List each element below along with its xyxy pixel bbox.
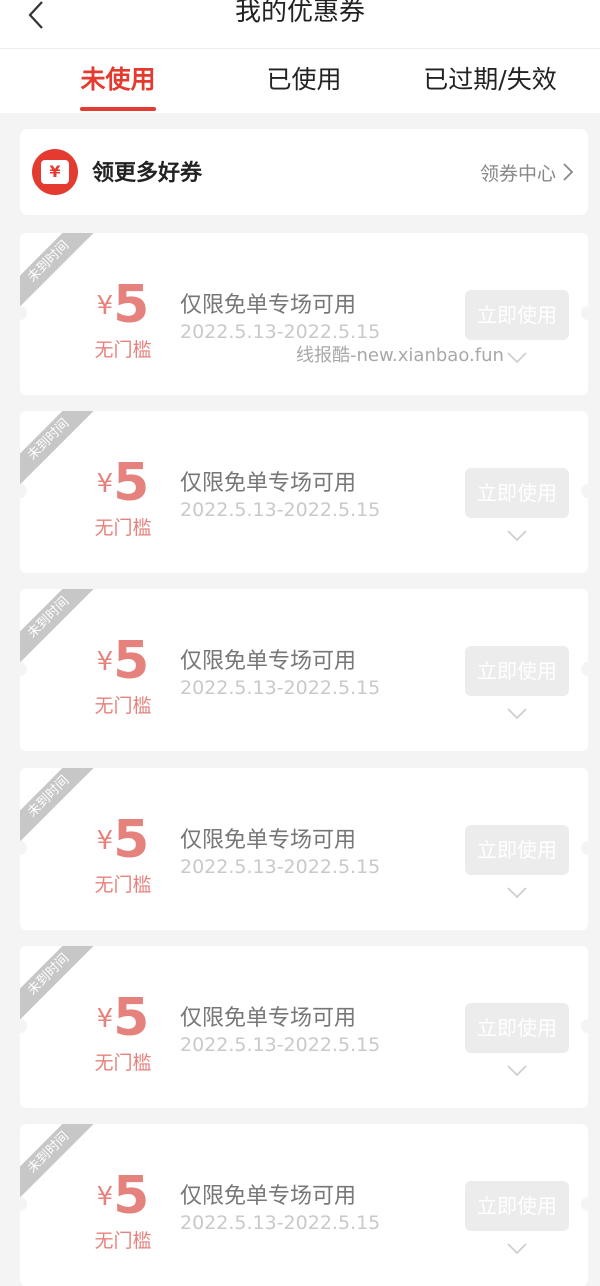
chevron-right-icon bbox=[563, 163, 574, 181]
ticket-notch bbox=[581, 662, 588, 677]
coupon-threshold: 无门槛 bbox=[94, 873, 152, 896]
ticket-notch bbox=[581, 1018, 588, 1033]
coupon-title: 仅限免单专场可用 bbox=[180, 471, 357, 497]
watermark: 线报酷-new.xianbao.fun bbox=[296, 345, 504, 366]
chevron-down-icon[interactable] bbox=[506, 529, 528, 543]
coupon-card[interactable]: 未到时间 ¥5 无门槛 仅限免单专场可用 2022.5.13-2022.5.15 立即使用 bbox=[20, 589, 588, 752]
coupon-center-banner[interactable]: ¥ 领更多好券 领券中心 bbox=[20, 129, 588, 215]
coupon-card[interactable]: 未到时间 ¥5 无门槛 仅限免单专场可用 2022.5.13-2022.5.15 立即使用 bbox=[20, 1124, 588, 1286]
coupon-threshold: 无门槛 bbox=[94, 517, 152, 540]
coupon-card[interactable]: 未到时间 ¥5 无门槛 仅限免单专场可用 2022.5.13-2022.5.15 立即使用 bbox=[20, 945, 588, 1108]
coupon-title: 仅限免单专场可用 bbox=[180, 1005, 357, 1031]
coupon-date: 2022.5.13-2022.5.15 bbox=[180, 1212, 381, 1234]
coupon-card[interactable]: 未到时间 ¥5 无门槛 仅限免单专场可用 2022.5.13-2022.5.15 立即使用 bbox=[20, 233, 588, 395]
chevron-down-icon[interactable] bbox=[506, 1064, 528, 1078]
coupon-center-link[interactable]: 领券中心 bbox=[480, 159, 556, 186]
coupon-threshold: 无门槛 bbox=[94, 1051, 152, 1074]
ticket-notch bbox=[20, 662, 27, 677]
ticket-notch bbox=[581, 1197, 588, 1211]
use-now-button[interactable]: 立即使用 bbox=[465, 468, 569, 519]
tab-bar: 未使用 已使用 已过期/失效 bbox=[0, 49, 600, 113]
chevron-down-icon[interactable] bbox=[506, 351, 528, 365]
coupon-date: 2022.5.13-2022.5.15 bbox=[180, 321, 381, 343]
coupon-amount: ¥5 bbox=[96, 809, 150, 870]
coupon-icon: ¥ bbox=[32, 149, 78, 195]
chevron-down-icon[interactable] bbox=[506, 1242, 528, 1256]
coupon-title: 仅限免单专场可用 bbox=[180, 827, 357, 853]
coupon-date: 2022.5.13-2022.5.15 bbox=[180, 855, 381, 878]
coupon-date: 2022.5.13-2022.5.15 bbox=[180, 677, 381, 700]
coupon-threshold: 无门槛 bbox=[94, 1230, 152, 1252]
coupon-threshold: 无门槛 bbox=[94, 695, 152, 718]
ticket-notch bbox=[581, 840, 588, 855]
chevron-down-icon[interactable] bbox=[506, 886, 528, 900]
coupon-amount: ¥5 bbox=[96, 453, 150, 514]
coupon-title: 仅限免单专场可用 bbox=[180, 1184, 357, 1209]
use-now-button[interactable]: 立即使用 bbox=[465, 646, 569, 697]
coupon-title: 仅限免单专场可用 bbox=[180, 649, 357, 675]
coupon-card[interactable]: 未到时间 ¥5 无门槛 仅限免单专场可用 2022.5.13-2022.5.15 立即使用 bbox=[20, 767, 588, 930]
coupon-title: 仅限免单专场可用 bbox=[180, 293, 357, 318]
use-now-button[interactable]: 立即使用 bbox=[465, 290, 569, 340]
coupon-amount: ¥5 bbox=[96, 275, 150, 335]
chevron-down-icon[interactable] bbox=[506, 707, 528, 721]
coupon-card[interactable]: 未到时间 ¥5 无门槛 仅限免单专场可用 2022.5.13-2022.5.15 立即使用 bbox=[20, 411, 588, 574]
tab-expired[interactable]: 已过期/失效 bbox=[400, 49, 580, 113]
ticket-notch bbox=[581, 484, 588, 499]
coupon-amount: ¥5 bbox=[96, 631, 150, 692]
coupon-date: 2022.5.13-2022.5.15 bbox=[180, 1033, 381, 1056]
coupon-amount: ¥5 bbox=[96, 987, 150, 1048]
use-now-button[interactable]: 立即使用 bbox=[465, 1181, 569, 1231]
coupon-date: 2022.5.13-2022.5.15 bbox=[180, 499, 381, 522]
use-now-button[interactable]: 立即使用 bbox=[465, 824, 569, 875]
top-bar: 我的优惠券 bbox=[0, 0, 600, 49]
tab-unused[interactable]: 未使用 bbox=[58, 49, 178, 113]
active-tab-indicator bbox=[80, 107, 156, 111]
page-title: 我的优惠券 bbox=[234, 0, 365, 27]
coupon-amount: ¥5 bbox=[96, 1166, 150, 1226]
promo-title: 领更多好券 bbox=[92, 161, 203, 186]
tab-used[interactable]: 已使用 bbox=[244, 49, 364, 113]
coupon-threshold: 无门槛 bbox=[94, 339, 152, 361]
ticket-notch bbox=[581, 306, 588, 320]
use-now-button[interactable]: 立即使用 bbox=[465, 1002, 569, 1053]
